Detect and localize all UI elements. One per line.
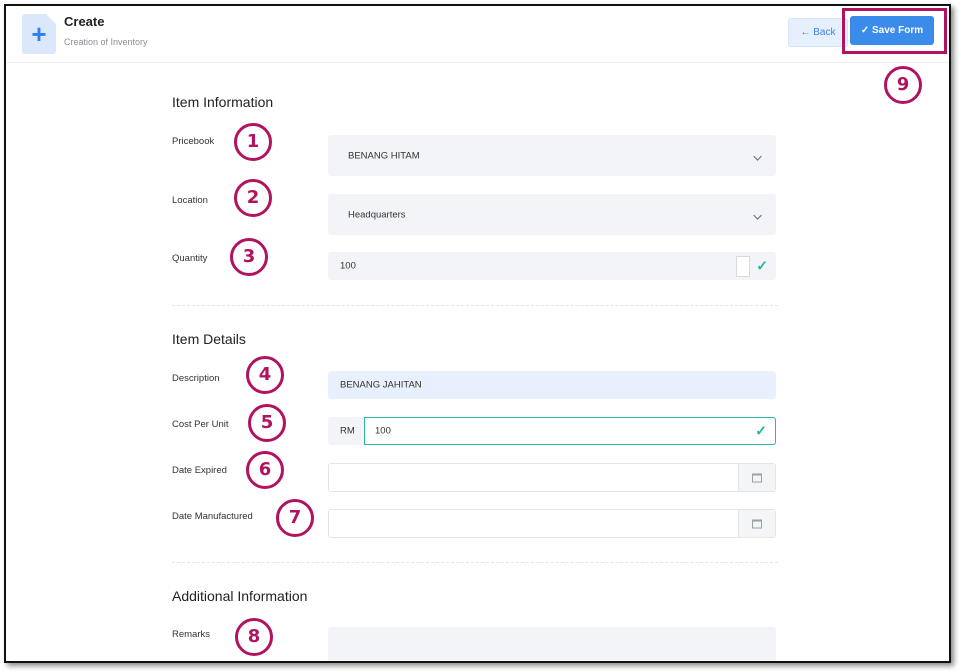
date-expired-label: Date Expired bbox=[172, 465, 227, 476]
cost-per-unit-group: RM 100 ✓ bbox=[328, 417, 776, 445]
section-divider bbox=[172, 562, 778, 563]
annotation-badge-8: 8 bbox=[235, 618, 273, 656]
valid-check-icon: ✓ bbox=[755, 422, 767, 439]
cost-per-unit-value: 100 bbox=[375, 425, 391, 437]
remarks-textarea[interactable] bbox=[328, 627, 776, 661]
calendar-button[interactable] bbox=[738, 464, 775, 491]
annotation-badge-4: 4 bbox=[246, 356, 284, 394]
date-manufactured-input[interactable] bbox=[328, 509, 776, 538]
location-value: Headquarters bbox=[348, 209, 406, 220]
annotation-badge-7: 7 bbox=[276, 499, 314, 537]
back-button[interactable]: ← Back bbox=[788, 18, 848, 47]
annotation-badge-3: 3 bbox=[230, 238, 268, 276]
cost-per-unit-input[interactable]: 100 ✓ bbox=[364, 417, 776, 445]
quantity-value: 100 bbox=[340, 260, 356, 272]
date-expired-input[interactable] bbox=[328, 463, 776, 492]
annotation-badge-9: 9 bbox=[884, 66, 922, 104]
section-additional-information: Additional Information bbox=[172, 588, 308, 604]
section-divider bbox=[172, 305, 778, 306]
calendar-icon bbox=[752, 519, 762, 528]
calendar-button[interactable] bbox=[738, 510, 775, 537]
calendar-icon bbox=[752, 473, 762, 482]
app-window: + Create Creation of Inventory ← Back ✓ … bbox=[4, 4, 951, 663]
pricebook-value: BENANG HITAM bbox=[348, 150, 420, 161]
chevron-down-icon bbox=[753, 210, 762, 220]
currency-prefix: RM bbox=[340, 425, 355, 437]
annotation-badge-5: 5 bbox=[248, 404, 286, 442]
page-header: + Create Creation of Inventory ← Back ✓ … bbox=[6, 6, 949, 63]
section-item-details: Item Details bbox=[172, 331, 246, 347]
description-input[interactable]: BENANG JAHITAN bbox=[328, 371, 776, 399]
save-form-button[interactable]: ✓ Save Form bbox=[850, 16, 934, 45]
document-add-icon: + bbox=[22, 14, 56, 54]
page-title: Create bbox=[64, 14, 105, 29]
pricebook-select[interactable]: BENANG HITAM bbox=[328, 135, 776, 176]
quantity-input[interactable]: 100 ✓ bbox=[328, 252, 776, 280]
annotation-badge-6: 6 bbox=[246, 451, 284, 489]
annotation-badge-1: 1 bbox=[234, 123, 272, 161]
section-item-information: Item Information bbox=[172, 94, 274, 110]
date-manufactured-label: Date Manufactured bbox=[172, 511, 253, 522]
valid-check-icon: ✓ bbox=[756, 257, 768, 274]
location-label: Location bbox=[172, 195, 208, 206]
location-select[interactable]: Headquarters bbox=[328, 194, 776, 235]
remarks-label: Remarks bbox=[172, 629, 211, 640]
description-value: BENANG JAHITAN bbox=[340, 379, 422, 391]
description-label: Description bbox=[172, 373, 220, 384]
chevron-down-icon bbox=[753, 151, 762, 161]
annotation-badge-2: 2 bbox=[234, 179, 272, 217]
stepper-handle[interactable] bbox=[736, 256, 750, 277]
quantity-label: Quantity bbox=[172, 253, 208, 264]
cost-per-unit-label: Cost Per Unit bbox=[172, 419, 229, 430]
pricebook-label: Pricebook bbox=[172, 136, 215, 147]
page-subtitle: Creation of Inventory bbox=[64, 37, 148, 47]
